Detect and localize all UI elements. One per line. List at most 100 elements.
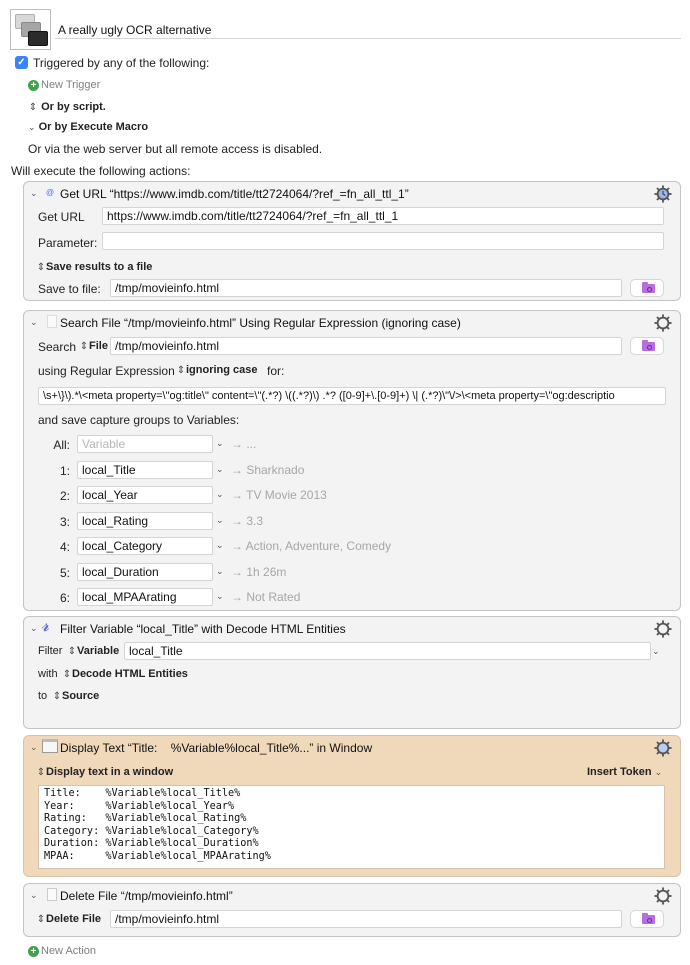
action-title: Filter Variable “local_Title” with Decod…	[60, 622, 346, 636]
display-text-line: Year: %Variable%local_Year%	[44, 800, 235, 812]
updown-chevron-icon: ⇕	[36, 914, 46, 925]
delete-mode-popup[interactable]: ⇕Delete File	[36, 913, 101, 925]
action-get-url[interactable]: ⌄ @ Get URL “https://www.imdb.com/title/…	[23, 181, 681, 301]
case-mode-popup[interactable]: ⇕ignoring case	[176, 364, 258, 376]
updown-chevron-icon: ⇕	[67, 646, 77, 657]
regex-input[interactable]: \s+\}\).*\<meta property=\"og:title\" co…	[38, 387, 666, 405]
folder-icon	[642, 282, 655, 293]
disclosure-chevron-icon[interactable]: ⌄	[30, 188, 38, 199]
new-action-button[interactable]: + New Action	[28, 945, 96, 957]
triggers-enabled-checkbox[interactable]: ✓	[15, 56, 28, 69]
capture-index-label: 3:	[59, 514, 70, 529]
action-filter-variable[interactable]: ⌄ 𝓻 Filter Variable “local_Title” with D…	[23, 615, 681, 729]
gear-icon[interactable]	[654, 314, 672, 332]
action-delete-file[interactable]: ⌄ Delete File “/tmp/movieinfo.html” ⇕Del…	[23, 883, 681, 937]
macro-name-field[interactable]: A really ugly OCR alternative	[55, 21, 681, 39]
document-icon	[47, 888, 57, 901]
plus-icon: +	[28, 945, 39, 957]
choose-file-button[interactable]	[630, 337, 664, 355]
capture-result-preview: → 3.3	[231, 513, 264, 528]
folder-icon	[642, 913, 655, 924]
action-title: Display Text “Title: %Variable%local_Tit…	[60, 741, 373, 755]
display-text-line: Category: %Variable%local_Category%	[44, 825, 259, 837]
gear-icon[interactable]	[654, 739, 672, 757]
new-action-label: New Action	[41, 945, 97, 957]
capture-index-label: 6:	[59, 591, 70, 605]
variable-x-icon: 𝓻	[41, 615, 50, 636]
filter-type-label: Variable	[77, 645, 120, 657]
chevron-down-icon[interactable]: ⌄	[216, 591, 224, 602]
web-server-note: Or via the web server but all remote acc…	[28, 142, 323, 156]
capture-result-preview: → Action, Adventure, Comedy	[231, 539, 392, 553]
chevron-down-icon[interactable]: ⌄	[216, 515, 224, 526]
with-label: with	[38, 668, 58, 680]
disclosure-chevron-icon[interactable]: ⌄	[30, 890, 38, 901]
save-to-file-label: Save to file:	[38, 282, 101, 296]
window-icon	[42, 739, 58, 753]
chevron-down-icon[interactable]: ⌄	[216, 438, 224, 449]
updown-chevron-icon: ⇕	[36, 262, 46, 273]
display-text-editor[interactable]: Title: %Variable%local_Title% Year: %Vari…	[38, 785, 665, 869]
disclosure-chevron-icon[interactable]: ⌄	[30, 317, 38, 328]
gear-icon[interactable]	[654, 185, 672, 203]
capture-index-label: 5:	[59, 565, 70, 580]
capture-result-preview: → Sharknado	[231, 462, 305, 477]
choose-file-button[interactable]	[630, 910, 664, 928]
display-text-line: MPAA: %Variable%local_MPAArating%	[44, 850, 271, 862]
filter-mode-popup[interactable]: ⇕Decode HTML Entities	[62, 668, 188, 680]
gear-icon[interactable]	[654, 620, 672, 638]
capture-result-preview: → ...	[231, 437, 257, 451]
capture-result-preview: → TV Movie 2013	[231, 488, 327, 502]
chevron-down-icon[interactable]: ⌄	[216, 489, 224, 500]
capture-index-label: 1:	[59, 463, 70, 478]
save-to-file-input[interactable]: /tmp/movieinfo.html	[110, 279, 622, 297]
display-mode-popup[interactable]: ⇕Display text in a window	[36, 766, 173, 778]
updown-chevron-icon: ⇕	[28, 102, 38, 113]
action-title: Get URL “https://www.imdb.com/title/tt27…	[60, 187, 409, 201]
choose-file-button[interactable]	[630, 279, 664, 297]
url-input[interactable]: https://www.imdb.com/title/tt2724064/?re…	[102, 207, 664, 225]
capture-variable-input[interactable]: local_Category	[77, 537, 213, 555]
or-by-script-toggle[interactable]: ⇕ Or by script.	[28, 101, 106, 113]
or-by-execute-macro-toggle[interactable]: ⌄ Or by Execute Macro	[28, 121, 148, 133]
chevron-down-icon[interactable]: ⌄	[216, 566, 224, 577]
for-label: for:	[267, 364, 285, 378]
action-search-file[interactable]: ⌄ Search File “/tmp/movieinfo.html” Usin…	[23, 310, 681, 611]
capture-variable-input[interactable]: local_Year	[77, 486, 213, 504]
chevron-down-icon: ⌄	[654, 767, 663, 777]
gear-icon[interactable]	[654, 887, 672, 905]
capture-variable-input[interactable]: local_Duration	[77, 562, 213, 581]
save-results-popup[interactable]: ⇕Save results to a file	[36, 261, 153, 273]
capture-variable-input[interactable]: Variable	[77, 435, 213, 453]
capture-variable-input[interactable]: local_Rating	[77, 511, 213, 530]
updown-chevron-icon: ⇕	[79, 341, 89, 352]
updown-chevron-icon: ⇕	[62, 669, 72, 680]
filter-type-popup[interactable]: ⇕Variable	[67, 645, 119, 657]
delete-file-input[interactable]: /tmp/movieinfo.html	[110, 910, 622, 928]
search-file-input[interactable]: /tmp/movieinfo.html	[110, 337, 622, 355]
chevron-down-icon[interactable]: ⌄	[216, 540, 224, 551]
parameter-input[interactable]	[102, 232, 664, 250]
insert-token-menu[interactable]: Insert Token ⌄	[587, 766, 662, 778]
parameter-label: Parameter:	[38, 236, 98, 250]
triggers-label: Triggered by any of the following:	[33, 56, 210, 70]
search-label: Search	[38, 340, 77, 354]
new-trigger-button[interactable]: + New Trigger	[28, 79, 100, 91]
chevron-down-icon[interactable]: ⌄	[216, 464, 224, 475]
action-display-text[interactable]: ⌄ Display Text “Title: %Variable%local_T…	[23, 735, 681, 877]
disclosure-chevron-icon[interactable]: ⌄	[30, 742, 38, 753]
filter-mode-label: Decode HTML Entities	[72, 668, 188, 680]
action-title: Delete File “/tmp/movieinfo.html”	[60, 889, 233, 903]
filter-variable-input[interactable]: local_Title	[124, 642, 651, 660]
window-icon-front	[28, 31, 48, 46]
capture-variable-input[interactable]: local_MPAArating	[77, 588, 213, 606]
chevron-down-icon[interactable]: ⌄	[652, 646, 660, 657]
save-mode-label: Save results to a file	[46, 261, 153, 273]
destination-popup[interactable]: ⇕Source	[52, 690, 100, 702]
disclosure-chevron-icon[interactable]: ⌄	[30, 623, 38, 634]
source-type-popup[interactable]: ⇕File	[79, 340, 108, 352]
macro-icon[interactable]	[10, 9, 51, 50]
filter-label: Filter	[38, 645, 63, 657]
new-trigger-label: New Trigger	[41, 79, 101, 91]
capture-variable-input[interactable]: local_Title	[77, 460, 213, 479]
